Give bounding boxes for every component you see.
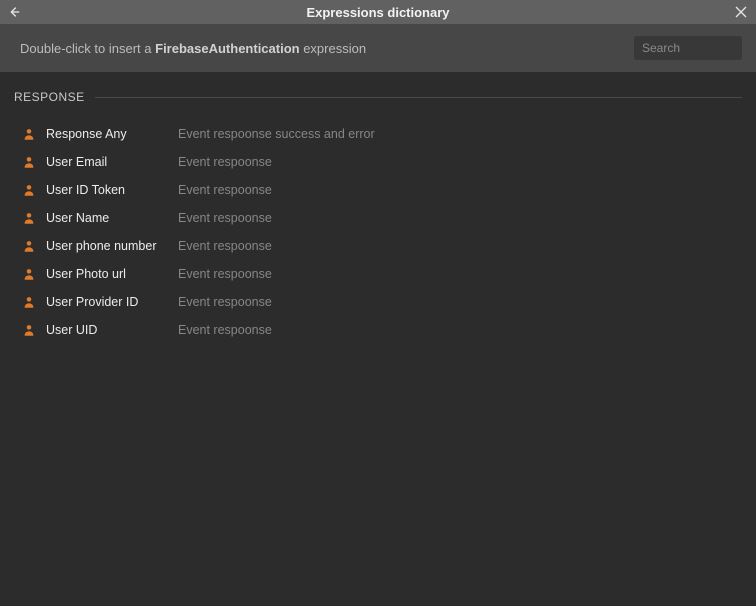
window-title: Expressions dictionary	[0, 5, 756, 20]
section-divider	[95, 97, 742, 98]
arrow-left-icon	[7, 5, 21, 19]
expression-row[interactable]: User NameEvent respoonse	[20, 204, 742, 232]
expression-name: User Provider ID	[38, 295, 178, 309]
expression-description: Event respoonse	[178, 295, 272, 309]
section-title: RESPONSE	[14, 90, 85, 104]
instruction-suffix: expression	[300, 41, 366, 56]
expression-name: User phone number	[38, 239, 178, 253]
back-button[interactable]	[0, 0, 28, 24]
expression-description: Event respoonse	[178, 239, 272, 253]
expression-name: User Photo url	[38, 267, 178, 281]
expression-list: Response AnyEvent respoonse success and …	[14, 120, 742, 344]
expression-name: Response Any	[38, 127, 178, 141]
search-field[interactable]	[634, 36, 742, 60]
expression-description: Event respoonse	[178, 183, 272, 197]
instruction-prefix: Double-click to insert a	[20, 41, 155, 56]
expression-name: User ID Token	[38, 183, 178, 197]
expression-name: User UID	[38, 323, 178, 337]
instruction-bold: FirebaseAuthentication	[155, 41, 299, 56]
instruction-text: Double-click to insert a FirebaseAuthent…	[20, 41, 366, 56]
person-icon	[20, 127, 38, 141]
expression-description: Event respoonse success and error	[178, 127, 375, 141]
person-icon	[20, 323, 38, 337]
expression-name: User Name	[38, 211, 178, 225]
person-icon	[20, 267, 38, 281]
expression-name: User Email	[38, 155, 178, 169]
expression-row[interactable]: User Provider IDEvent respoonse	[20, 288, 742, 316]
close-button[interactable]	[726, 0, 756, 24]
expression-row[interactable]: User Photo urlEvent respoonse	[20, 260, 742, 288]
expression-row[interactable]: User UIDEvent respoonse	[20, 316, 742, 344]
close-icon	[735, 6, 747, 18]
section-header: RESPONSE	[14, 90, 742, 104]
person-icon	[20, 239, 38, 253]
expression-row[interactable]: Response AnyEvent respoonse success and …	[20, 120, 742, 148]
titlebar: Expressions dictionary	[0, 0, 756, 24]
person-icon	[20, 211, 38, 225]
search-input[interactable]	[642, 41, 734, 55]
person-icon	[20, 155, 38, 169]
expression-row[interactable]: User ID TokenEvent respoonse	[20, 176, 742, 204]
expression-description: Event respoonse	[178, 211, 272, 225]
person-icon	[20, 295, 38, 309]
expression-row[interactable]: User EmailEvent respoonse	[20, 148, 742, 176]
expression-description: Event respoonse	[178, 155, 272, 169]
toolbar: Double-click to insert a FirebaseAuthent…	[0, 24, 756, 72]
expression-row[interactable]: User phone numberEvent respoonse	[20, 232, 742, 260]
expression-description: Event respoonse	[178, 267, 272, 281]
person-icon	[20, 183, 38, 197]
content-area: RESPONSE Response AnyEvent respoonse suc…	[0, 72, 756, 344]
expression-description: Event respoonse	[178, 323, 272, 337]
